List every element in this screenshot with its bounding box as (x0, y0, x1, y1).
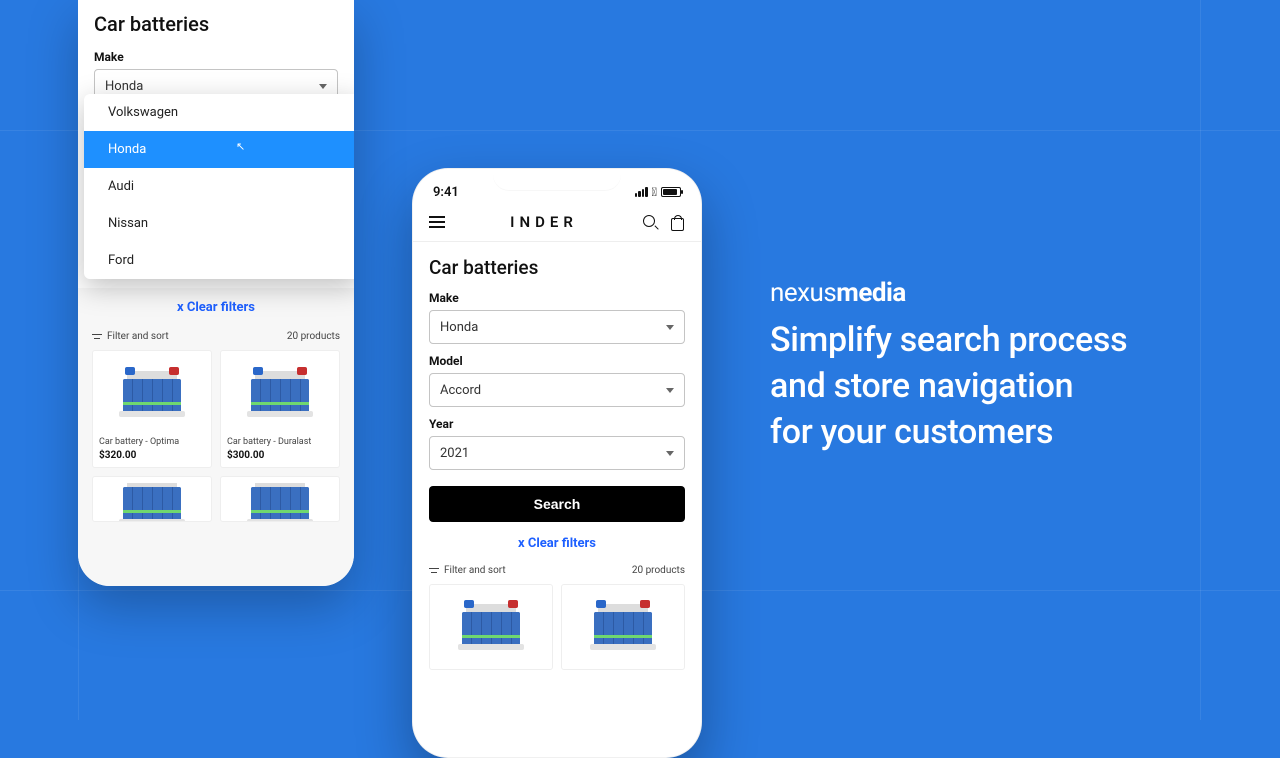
brand-title: INDER (510, 213, 578, 231)
battery-status-icon (661, 187, 681, 197)
search-button[interactable]: Search (429, 486, 685, 522)
product-count: 20 products (287, 331, 340, 342)
make-label: Make (429, 291, 685, 305)
product-card[interactable] (92, 476, 212, 522)
dropdown-option[interactable]: Volkswagen (84, 94, 354, 131)
year-select[interactable]: 2021 (429, 436, 685, 470)
chevron-down-icon (666, 451, 674, 456)
app-header: INDER (413, 205, 701, 242)
marketing-headline: Simplify search process and store naviga… (770, 318, 1127, 456)
dropdown-option-selected[interactable]: Honda ↖ (84, 131, 354, 168)
filter-sort-button[interactable]: Filter and sort (92, 331, 169, 342)
model-label: Model (429, 354, 685, 368)
product-card[interactable] (429, 584, 553, 670)
filter-sort-label: Filter and sort (444, 565, 506, 576)
battery-icon (247, 371, 313, 417)
product-name: Car battery - Duralast (227, 437, 333, 447)
make-select-value: Honda (105, 79, 143, 94)
page-title: Car batteries (429, 256, 685, 279)
phone-notch (493, 169, 621, 191)
wifi-icon: 􀙇 (652, 185, 657, 199)
dropdown-option[interactable]: Ford (84, 242, 354, 279)
battery-icon (247, 483, 313, 521)
product-card[interactable]: Car battery - Duralast $300.00 (220, 350, 340, 468)
battery-icon (119, 483, 185, 521)
phone-mock-right: 9:41 􀙇 INDER Car batteries Make Honda Mo… (412, 168, 702, 758)
bag-icon[interactable] (670, 215, 685, 230)
product-image (227, 357, 333, 431)
product-image (99, 483, 205, 521)
marketing-panel: nexusmedia Simplify search process and s… (770, 278, 1127, 456)
brand-logo: nexusmedia (770, 278, 1127, 308)
menu-icon[interactable] (429, 216, 445, 228)
product-image (227, 483, 333, 521)
filter-icon (92, 333, 102, 341)
make-label: Make (94, 50, 338, 64)
phone-mock-left: Car batteries Make Honda Volkswagen Hond… (78, 0, 354, 586)
filter-sort-label: Filter and sort (107, 331, 169, 342)
status-time: 9:41 (433, 185, 459, 200)
product-price: $300.00 (227, 450, 333, 461)
filter-sort-button[interactable]: Filter and sort (429, 565, 506, 576)
chevron-down-icon (319, 84, 327, 89)
filter-icon (429, 567, 439, 575)
make-select[interactable]: Honda (429, 310, 685, 344)
product-image (99, 357, 205, 431)
battery-icon (590, 604, 656, 650)
battery-icon (458, 604, 524, 650)
model-select[interactable]: Accord (429, 373, 685, 407)
product-count: 20 products (632, 565, 685, 576)
product-card[interactable] (561, 584, 685, 670)
search-icon[interactable] (643, 215, 658, 230)
product-card[interactable]: Car battery - Optima $320.00 (92, 350, 212, 468)
page-title: Car batteries (94, 12, 338, 36)
clear-filters-link[interactable]: x Clear filters (429, 522, 685, 565)
battery-icon (119, 371, 185, 417)
chevron-down-icon (666, 325, 674, 330)
product-price: $320.00 (99, 450, 205, 461)
clear-filters-link[interactable]: x Clear filters (92, 288, 340, 327)
signal-icon (635, 187, 648, 197)
product-card[interactable] (220, 476, 340, 522)
dropdown-option[interactable]: Nissan (84, 205, 354, 242)
year-select-value: 2021 (440, 446, 469, 461)
cursor-icon: ↖ (236, 140, 245, 153)
dropdown-option[interactable]: Audi (84, 168, 354, 205)
chevron-down-icon (666, 388, 674, 393)
year-label: Year (429, 417, 685, 431)
make-select-value: Honda (440, 320, 478, 335)
model-select-value: Accord (440, 383, 481, 398)
make-dropdown: Volkswagen Honda ↖ Audi Nissan Ford (84, 94, 354, 279)
product-name: Car battery - Optima (99, 437, 205, 447)
